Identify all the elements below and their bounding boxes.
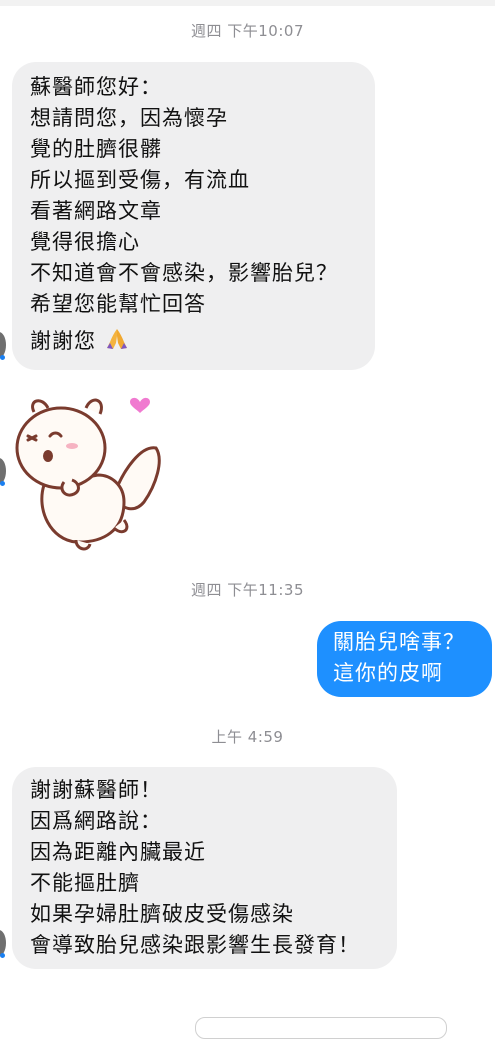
squirrel-sticker[interactable]	[6, 390, 171, 555]
timestamp-thu-1135: 週四 下午11:35	[191, 581, 304, 599]
timestamp-am-459: 上午 4:59	[211, 728, 284, 746]
message-line: 會導致胎兒感染跟影響生長發育！	[30, 933, 360, 957]
top-status-strip	[0, 0, 495, 6]
message-line: 因爲網路說：	[30, 809, 162, 833]
message-line: 如果孕婦肚臍破皮受傷感染	[30, 902, 294, 926]
message-line: 因為距離內臟最近	[30, 840, 206, 864]
message-line: 覺的肚臍很髒	[30, 137, 162, 161]
message-line: 不知道會不會感染，影響胎兒？	[30, 261, 338, 285]
message-line: 覺得很擔心	[30, 230, 140, 254]
pray-icon	[104, 326, 130, 361]
incoming-message-bubble[interactable]: 謝謝蘇醫師！ 因爲網路說： 因為距離內臟最近 不能摳肚臍 如果孕婦肚臍破皮受傷感…	[12, 767, 397, 969]
incoming-message-bubble[interactable]: 蘇醫師您好： 想請問您，因為懷孕 覺的肚臍很髒 所以摳到受傷，有流血 看著網路文…	[12, 62, 375, 370]
message-line: 謝謝您	[30, 329, 96, 353]
message-line: 所以摳到受傷，有流血	[30, 168, 250, 192]
message-line: 這你的皮啊	[333, 661, 443, 685]
message-line: 想請問您，因為懷孕	[30, 106, 228, 130]
message-line: 不能摳肚臍	[30, 871, 140, 895]
message-input-bar[interactable]	[195, 1017, 447, 1039]
message-line: 看著網路文章	[30, 199, 162, 223]
outgoing-message-bubble[interactable]: 關胎兒啥事？ 這你的皮啊	[317, 621, 492, 697]
message-line: 關胎兒啥事？	[333, 630, 465, 654]
message-line: 蘇醫師您好：	[30, 75, 162, 99]
heart-icon	[130, 397, 150, 413]
message-line: 謝謝蘇醫師！	[30, 778, 162, 802]
sender-avatar[interactable]	[0, 332, 6, 360]
timestamp-thu-1007: 週四 下午10:07	[191, 22, 304, 40]
message-line-last: 謝謝您	[30, 326, 375, 361]
message-line: 希望您能幫忙回答	[30, 292, 206, 316]
sender-avatar[interactable]	[0, 930, 6, 958]
